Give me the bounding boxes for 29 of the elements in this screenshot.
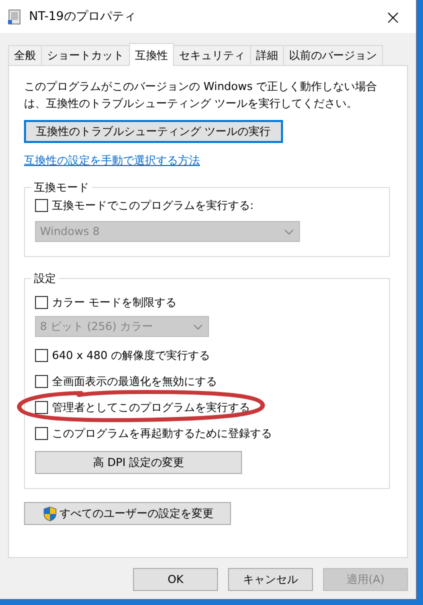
checkbox-label: 互換モードでこのプログラムを実行する: xyxy=(52,198,254,212)
checkbox-label: 640 x 480 の解像度で実行する xyxy=(52,348,210,362)
tab[interactable]: 全般 xyxy=(8,45,42,65)
tab[interactable]: 互換性 xyxy=(129,43,174,66)
dialog-button[interactable]: OK xyxy=(133,568,218,591)
checkbox[interactable] xyxy=(35,426,48,440)
all-users-button[interactable]: すべてのユーザーの設定を変更 xyxy=(24,502,231,525)
checkbox-label: 全画面表示の最適化を無効にする xyxy=(52,374,217,388)
checkbox[interactable] xyxy=(35,348,48,362)
chevron-icon xyxy=(193,324,203,330)
close-button[interactable]: × xyxy=(370,0,416,33)
group-label: 互換モード xyxy=(33,180,90,195)
troubleshoot-button[interactable]: 互換性のトラブルシューティング ツールの実行 xyxy=(24,120,282,143)
checkbox-label: カラー モードを制限する xyxy=(52,294,176,310)
dpi-settings-button[interactable]: 高 DPI 設定の変更 xyxy=(35,451,242,474)
group-label: 設定 xyxy=(33,271,57,286)
chevron-icon xyxy=(284,228,294,234)
tab[interactable]: 以前のバージョン xyxy=(283,45,383,65)
checkbox[interactable] xyxy=(35,198,48,212)
document-icon xyxy=(7,8,23,24)
help-link[interactable]: 互換性の設定を手動で選択する方法 xyxy=(24,153,200,168)
shield-icon xyxy=(42,506,58,522)
window-title: NT-19のプロパティ xyxy=(29,8,137,25)
intro-text: このプログラムがこのバージョンの Windows で正しく動作しない場合は、互換性のトラブルシューティング ツールを実行してください。 xyxy=(24,79,378,112)
checkbox-label: このプログラムを再起動するために登録する xyxy=(52,426,272,440)
checkbox[interactable] xyxy=(35,400,48,414)
checkbox[interactable] xyxy=(35,296,48,308)
dialog-button[interactable]: キャンセル xyxy=(228,568,313,591)
checkbox[interactable] xyxy=(35,374,48,388)
